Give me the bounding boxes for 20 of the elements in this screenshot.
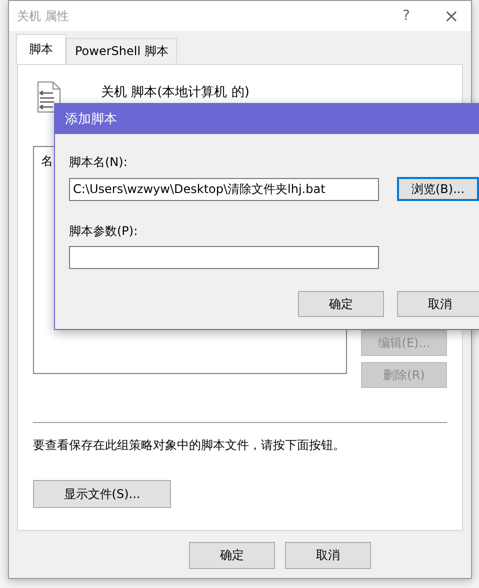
tab[interactable]: 脚本 bbox=[16, 34, 66, 64]
input-field[interactable]: C:\Users\wzwyw\Desktop\清除文件夹lhj.bat bbox=[69, 178, 379, 200]
browse-button[interactable]: 浏览(B)... bbox=[397, 177, 479, 201]
dialog-button[interactable]: 确定 bbox=[298, 291, 384, 317]
dialog-button[interactable]: 确定 bbox=[189, 542, 275, 569]
field-label: 脚本参数(P): bbox=[69, 223, 139, 240]
instruction-text: 要查看保存在此组策略对象中的脚本文件，请按下面按钮。 bbox=[33, 437, 346, 454]
dialog-title: 添加脚本 bbox=[65, 111, 117, 128]
window-title: 关机 属性 bbox=[17, 8, 70, 24]
show-files-button[interactable]: 显示文件(S)... bbox=[33, 480, 171, 508]
close-button[interactable]: × bbox=[444, 6, 459, 26]
column-header: 名 bbox=[41, 154, 53, 168]
dialog-button[interactable]: 取消 bbox=[397, 291, 479, 317]
dialog-button[interactable]: 取消 bbox=[285, 542, 371, 569]
script-file-icon bbox=[37, 81, 61, 113]
help-button[interactable]: ? bbox=[402, 8, 410, 24]
field-label: 脚本名(N): bbox=[69, 154, 128, 171]
tab[interactable]: PowerShell 脚本 bbox=[66, 38, 178, 64]
input-field[interactable] bbox=[69, 246, 379, 269]
script-heading: 关机 脚本(本地计算机 的) bbox=[101, 84, 250, 101]
